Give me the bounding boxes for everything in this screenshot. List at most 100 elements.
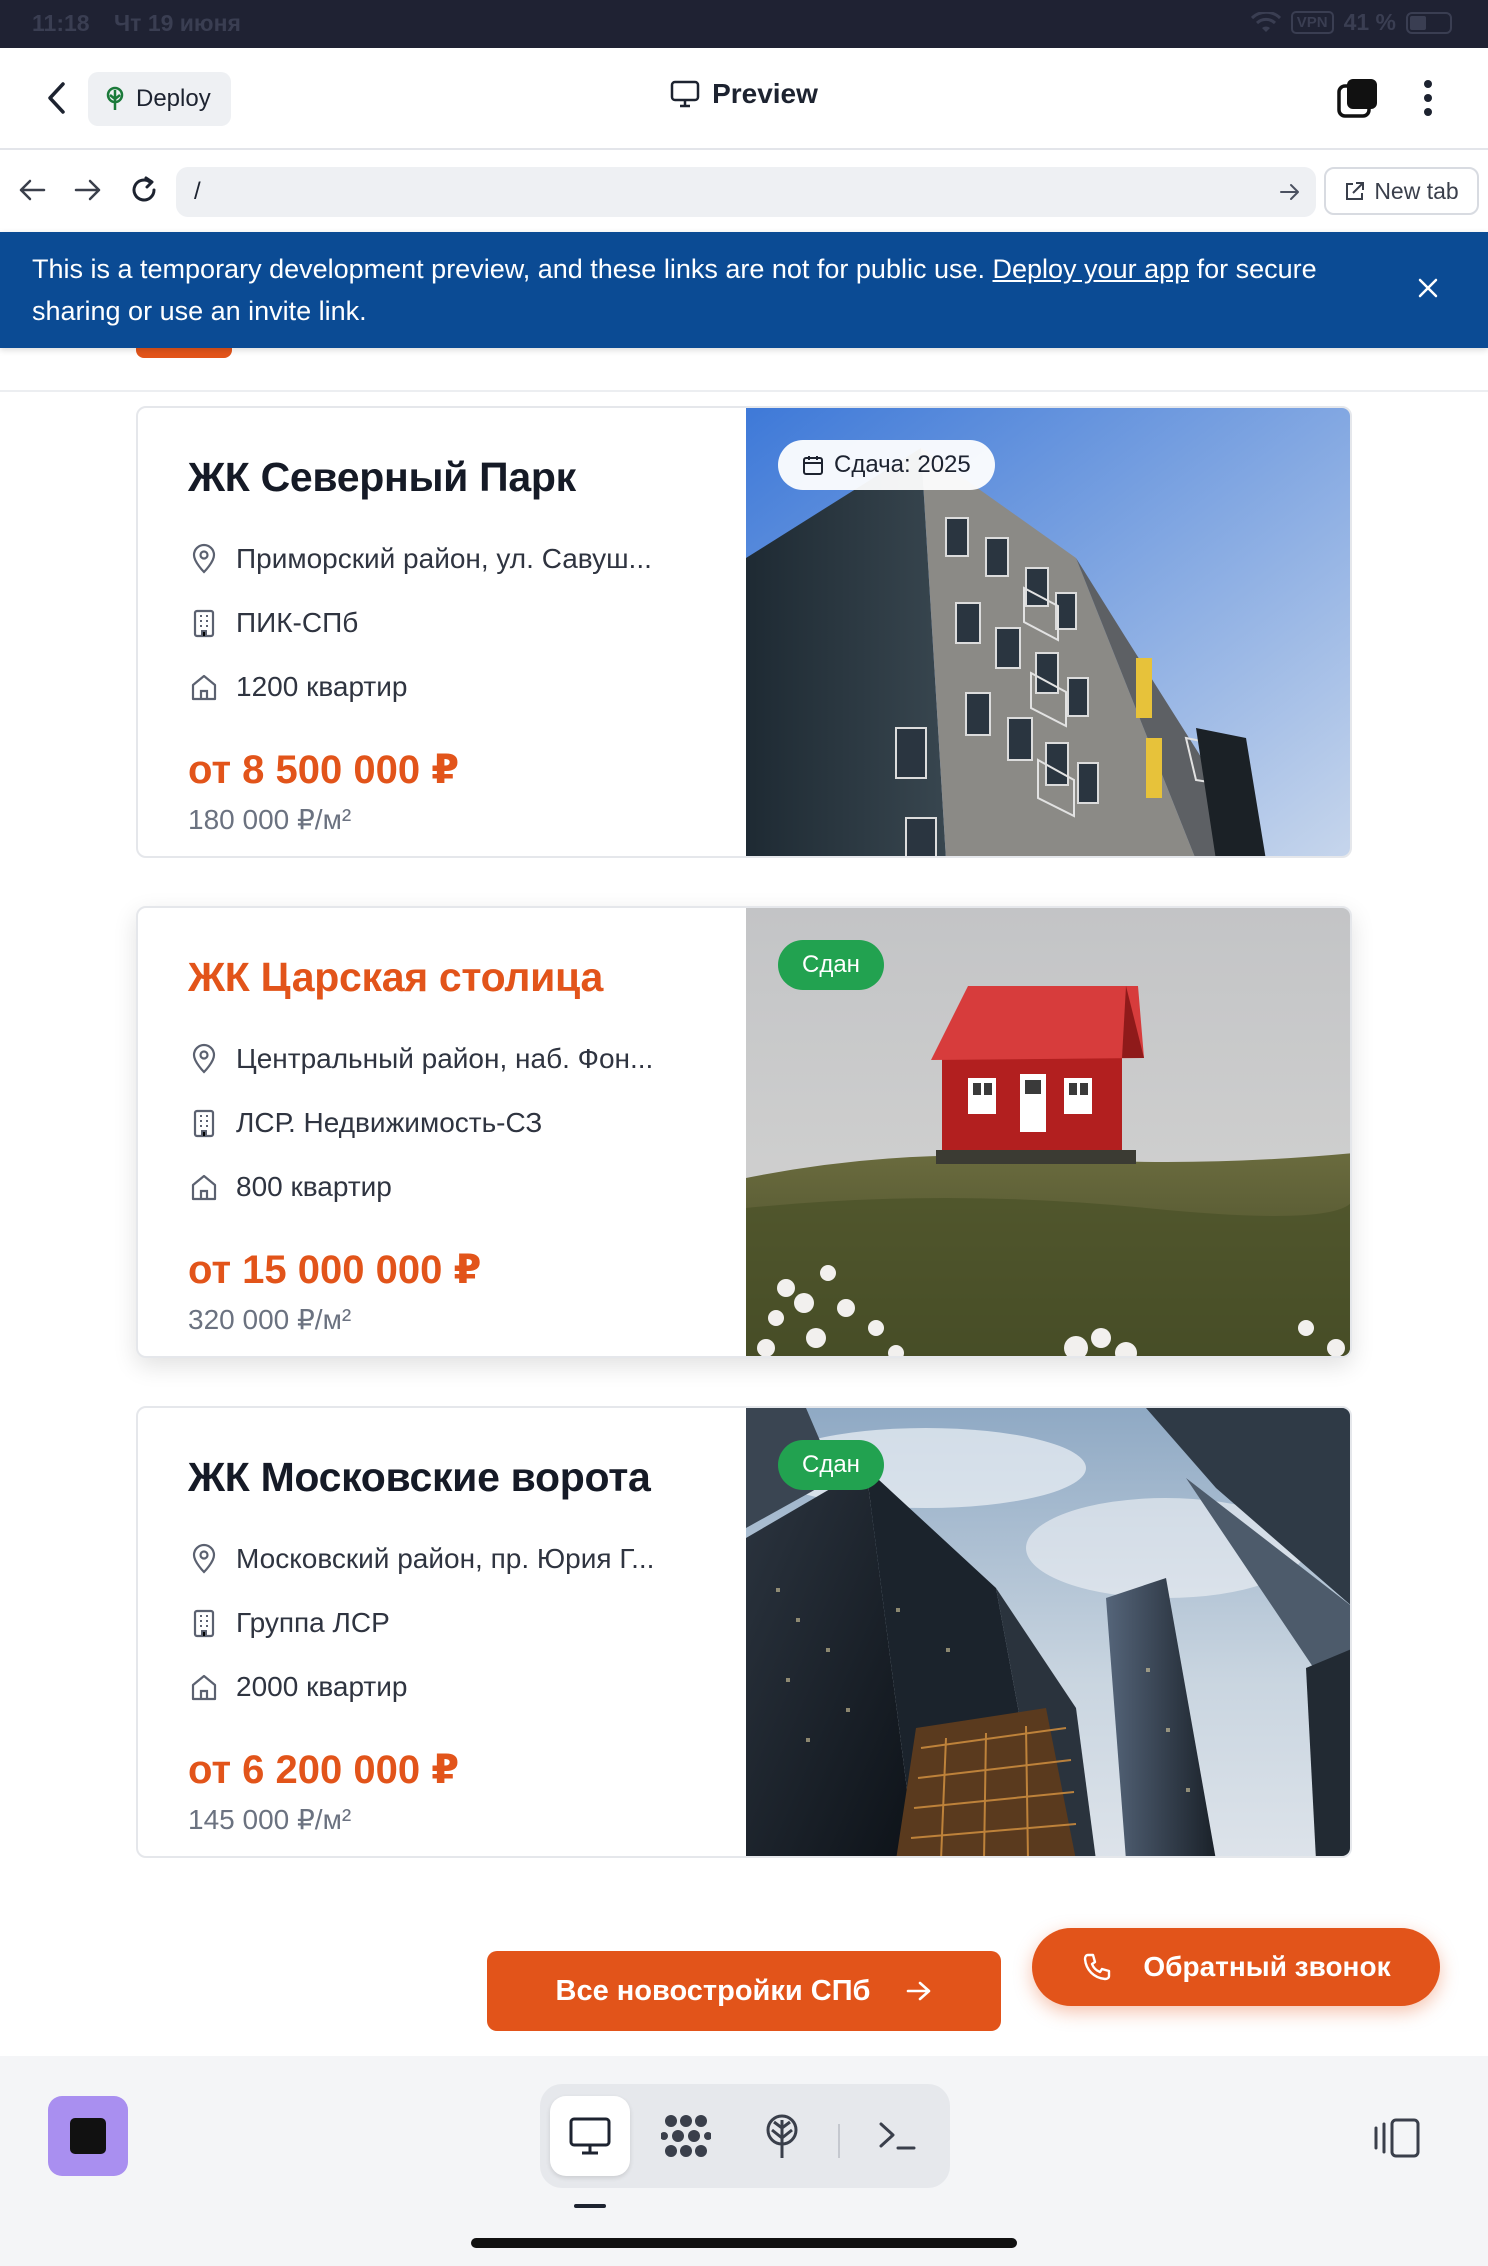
- apartments-text: 2000 квартир: [236, 1671, 408, 1702]
- stop-button[interactable]: [48, 2096, 128, 2176]
- chevron-left-icon: [48, 82, 65, 114]
- listing-address: Центральный район, наб. Фон...: [188, 1027, 746, 1091]
- phone-icon: [1084, 1953, 1111, 1981]
- monitor-icon: [670, 80, 700, 108]
- deploy-label: Deploy: [136, 85, 211, 112]
- status-badge: Сдача: 2025: [778, 440, 995, 490]
- developer-text: ЛСР. Недвижимость-СЗ: [236, 1107, 543, 1138]
- status-badge: Сдан: [778, 940, 884, 990]
- status-date: Чт 19 июня: [114, 10, 241, 36]
- preview-title-text: Preview: [712, 78, 818, 109]
- extensions-tool[interactable]: [646, 2096, 726, 2176]
- listing-info: ЖК Московские ворота Московский район, п…: [138, 1408, 746, 1856]
- home-indicator: [471, 2238, 1017, 2248]
- terminal-icon: [879, 2122, 916, 2150]
- preview-tool[interactable]: [550, 2096, 630, 2176]
- side-panel-icon[interactable]: [1372, 2116, 1424, 2160]
- more-options-icon[interactable]: [1410, 76, 1446, 120]
- all-newbuilds-button[interactable]: Все новостройки СПб: [487, 1951, 1001, 2031]
- listing-title[interactable]: ЖК Московские ворота: [188, 1454, 746, 1501]
- stop-icon: [70, 2118, 106, 2154]
- status-bar: 11:18 Чт 19 июня VPN 41 %: [0, 0, 1488, 48]
- deploy-tree-icon: [766, 2114, 798, 2158]
- bottom-toolbar: [0, 2056, 1488, 2266]
- price-per-m2: 180 000 ₽/м²: [188, 804, 352, 835]
- listing-apartments: 800 квартир: [188, 1155, 746, 1219]
- active-tool-indicator: [574, 2204, 606, 2208]
- callback-label: Обратный звонок: [1143, 1951, 1391, 1982]
- url-input[interactable]: /: [176, 167, 1316, 217]
- url-row: / New tab: [0, 150, 1488, 232]
- deploy-app-link[interactable]: Deploy your app: [993, 254, 1190, 284]
- deploy-tool[interactable]: [742, 2096, 822, 2176]
- tool-group: [540, 2084, 950, 2188]
- tabs-icon[interactable]: [1336, 76, 1380, 120]
- listing-photo[interactable]: Сдан: [746, 908, 1350, 1356]
- nav-forward-icon[interactable]: [70, 172, 106, 208]
- app-header: Deploy Preview: [0, 48, 1488, 150]
- deploy-tree-icon: [106, 86, 124, 110]
- listing-info: ЖК Царская столица Центральный район, на…: [138, 908, 746, 1356]
- callback-button[interactable]: Обратный звонок: [1032, 1928, 1440, 2006]
- nav-back-icon[interactable]: [14, 172, 50, 208]
- console-tool[interactable]: [858, 2096, 938, 2176]
- address-text: Приморский район, ул. Савуш...: [236, 543, 652, 574]
- location-pin-icon: [192, 543, 216, 574]
- home-icon: [191, 1174, 217, 1201]
- status-right: VPN 41 %: [1250, 9, 1452, 36]
- external-link-icon: [1346, 182, 1365, 200]
- listing-price: от 8 500 000 ₽: [188, 748, 460, 792]
- listing-price: от 6 200 000 ₽: [188, 1748, 460, 1792]
- listing-card[interactable]: ЖК Северный Парк Приморский район, ул. С…: [136, 406, 1352, 858]
- status-time: 11:18: [32, 10, 90, 36]
- status-badge: Сдан: [778, 1440, 884, 1490]
- sticky-subnav: [0, 348, 1488, 392]
- location-pin-icon: [192, 1543, 216, 1574]
- url-text: /: [194, 178, 201, 205]
- developer-text: Группа ЛСР: [236, 1607, 390, 1638]
- battery-icon: [1406, 11, 1452, 34]
- listing-title[interactable]: ЖК Царская столица: [188, 954, 746, 1001]
- close-icon[interactable]: [1414, 274, 1442, 302]
- all-newbuilds-label: Все новостройки СПб: [555, 1974, 871, 2007]
- battery-percent: 41 %: [1343, 9, 1396, 35]
- dev-preview-banner: This is a temporary development preview,…: [0, 232, 1488, 348]
- tool-separator: [838, 2124, 840, 2158]
- price-per-m2: 145 000 ₽/м²: [188, 1804, 352, 1835]
- listing-developer: ПИК-СПб: [188, 591, 746, 655]
- subnav-pill[interactable]: [136, 348, 232, 358]
- listing-developer: Группа ЛСР: [188, 1591, 746, 1655]
- developer-text: ПИК-СПб: [236, 607, 359, 638]
- listing-card[interactable]: ЖК Московские ворота Московский район, п…: [136, 1406, 1352, 1858]
- go-arrow-icon[interactable]: [1278, 180, 1302, 204]
- listing-photo[interactable]: Сдан: [746, 1408, 1350, 1856]
- wifi-icon: [1250, 11, 1281, 32]
- grid-dots-icon: [661, 2115, 711, 2157]
- listing-apartments: 1200 квартир: [188, 655, 746, 719]
- listing-address: Московский район, пр. Юрия Г...: [188, 1527, 746, 1591]
- reload-icon[interactable]: [126, 172, 162, 208]
- listing-card[interactable]: ЖК Царская столица Центральный район, на…: [136, 906, 1352, 1358]
- listing-photo[interactable]: Сдача: 2025: [746, 408, 1350, 856]
- building-icon: [193, 609, 215, 638]
- address-text: Московский район, пр. Юрия Г...: [236, 1543, 655, 1574]
- home-icon: [191, 1674, 217, 1701]
- page-content: ЖК Северный Парк Приморский район, ул. С…: [0, 348, 1488, 2056]
- apartments-text: 800 квартир: [236, 1171, 392, 1202]
- new-tab-button[interactable]: New tab: [1324, 167, 1479, 215]
- badge-text: Сдан: [802, 1451, 860, 1478]
- back-button[interactable]: [36, 78, 76, 118]
- listing-address: Приморский район, ул. Савуш...: [188, 527, 746, 591]
- deploy-button[interactable]: Deploy: [88, 72, 231, 126]
- home-icon: [191, 674, 217, 701]
- apartments-text: 1200 квартир: [236, 671, 408, 702]
- building-icon: [193, 1109, 215, 1138]
- listing-title[interactable]: ЖК Северный Парк: [188, 454, 746, 501]
- arrow-right-icon: [907, 1981, 931, 2001]
- calendar-icon: [803, 456, 823, 475]
- new-tab-label: New tab: [1374, 177, 1459, 204]
- badge-text: Сдан: [802, 951, 860, 978]
- monitor-icon: [569, 2117, 611, 2155]
- price-per-m2: 320 000 ₽/м²: [188, 1304, 352, 1335]
- address-text: Центральный район, наб. Фон...: [236, 1043, 654, 1074]
